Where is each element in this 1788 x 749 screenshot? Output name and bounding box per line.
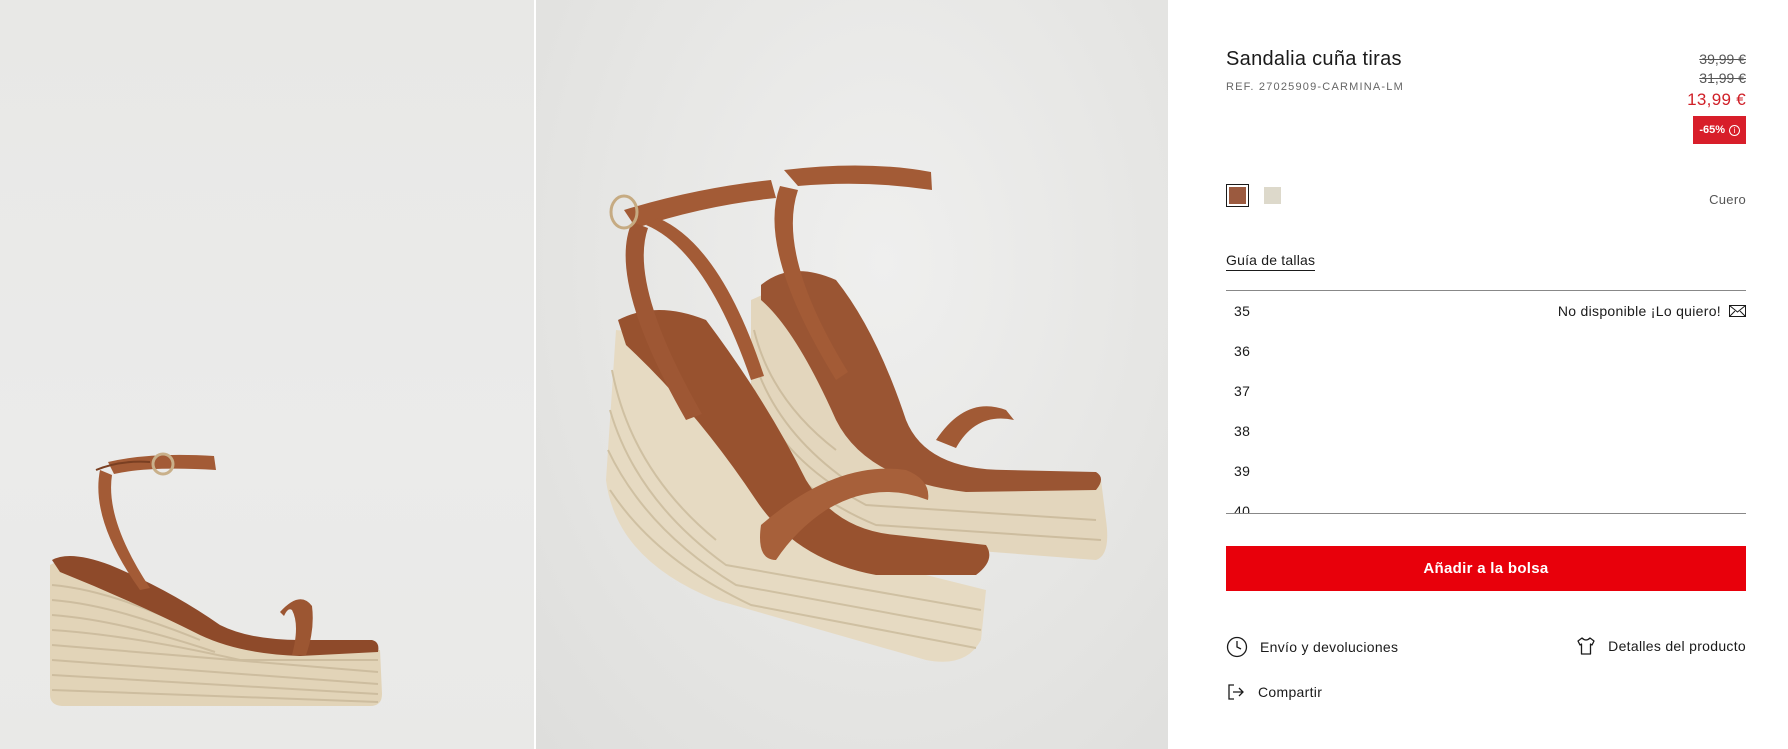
size-option-40[interactable]: 40 [1226,491,1746,514]
product-reference: REF. 27025909-CARMINA-LM [1226,81,1404,93]
selected-color-name: Cuero [1709,192,1746,207]
product-gallery [0,0,1168,749]
info-icon: i [1729,124,1740,136]
share-label: Compartir [1258,684,1323,700]
size-option-38[interactable]: 38 [1226,411,1746,451]
product-photo-pair[interactable] [536,0,1168,749]
discount-percent: -65% [1699,124,1725,136]
shipping-returns-label: Envío y devoluciones [1260,639,1399,655]
size-list[interactable]: 35 No disponible ¡Lo quiero! 36 37 38 39… [1226,290,1746,514]
shipping-returns-link[interactable]: Envío y devoluciones [1226,636,1398,658]
swatch-fill [1264,187,1281,204]
product-photo-side[interactable] [0,0,534,749]
discount-badge[interactable]: -65% i [1693,116,1746,144]
tshirt-icon [1577,637,1595,655]
sandal-side-illustration [50,452,382,706]
share-link[interactable]: Compartir [1226,682,1322,702]
product-title: Sandalia cuña tiras [1226,48,1402,70]
size-guide-link[interactable]: Guía de tallas [1226,252,1316,271]
size-status-text: No disponible ¡Lo quiero! [1557,303,1721,319]
size-label: 37 [1234,383,1251,399]
size-label: 40 [1234,503,1251,514]
clock-icon [1226,636,1248,658]
price-previous: 31,99 € [1699,70,1746,86]
size-label: 36 [1234,343,1251,359]
size-option-39[interactable]: 39 [1226,451,1746,491]
color-swatches [1226,184,1284,207]
add-to-bag-button[interactable]: Añadir a la bolsa [1226,546,1746,591]
product-details-label: Detalles del producto [1608,638,1746,654]
mail-icon [1729,305,1746,317]
swatch-fill [1229,187,1246,204]
sandal-pair-illustration [606,165,1108,662]
size-option-35[interactable]: 35 No disponible ¡Lo quiero! [1226,291,1746,331]
product-details-link[interactable]: Detalles del producto [1576,636,1746,656]
product-info-panel: Sandalia cuña tiras REF. 27025909-CARMIN… [1226,0,1746,749]
size-option-37[interactable]: 37 [1226,371,1746,411]
price-block: 39,99 € 31,99 € 13,99 € [1687,50,1746,112]
size-option-36[interactable]: 36 [1226,331,1746,371]
size-unavailable-notice[interactable]: No disponible ¡Lo quiero! [1558,303,1746,319]
size-label: 35 [1234,303,1251,319]
share-exit-icon [1228,684,1244,700]
size-label: 39 [1234,463,1251,479]
price-current: 13,99 € [1687,90,1746,109]
size-label: 38 [1234,423,1251,439]
color-swatch-beige[interactable] [1261,184,1284,207]
price-original: 39,99 € [1699,51,1746,67]
color-swatch-cuero[interactable] [1226,184,1249,207]
